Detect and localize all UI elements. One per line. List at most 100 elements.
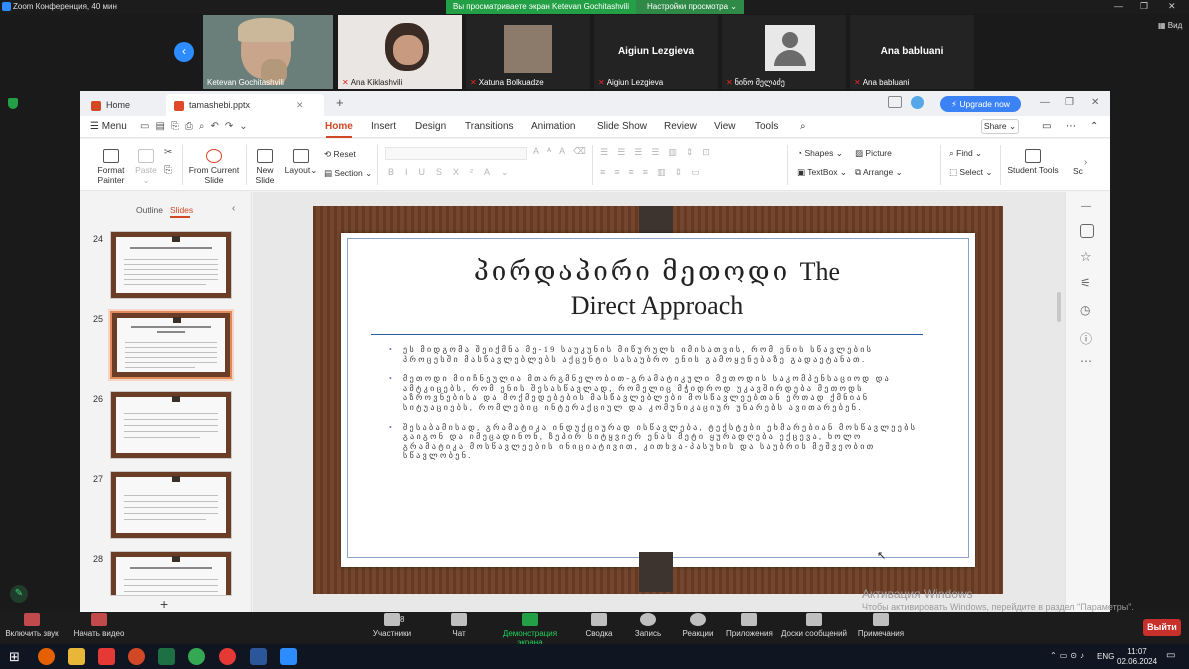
history-icon[interactable]: ◷ [1080,303,1090,317]
participant-tile[interactable]: Ketevan Gochitashvili [203,15,333,89]
from-current-slide-button[interactable]: From Current Slide [188,149,240,185]
font-size-icons[interactable]: AᴬA⌫ [533,146,594,157]
search-icon[interactable]: ⌕ [800,121,806,132]
sliders-icon[interactable]: ⚟ [1080,276,1091,290]
summary-button[interactable]: Сводка [584,613,614,638]
font-name-select[interactable] [385,147,527,160]
upgrade-button[interactable]: ⚡ Upgrade now [940,96,1021,112]
help-icon[interactable]: ⓘ [1080,330,1092,347]
paste-button[interactable]: Paste ⌄ [132,149,160,186]
tab-tools[interactable]: Tools [755,121,778,132]
tab-file[interactable]: tamashebi.pptx ✕ [166,94,324,116]
arrange-button[interactable]: ⧉ Arrange ⌄ [855,167,903,178]
shield-icon[interactable] [8,98,18,109]
minus-icon[interactable]: — [1081,201,1091,212]
menu-button[interactable]: ☰ Menu [90,121,127,132]
participant-tile[interactable]: ✕ ნინო მელაძე [722,15,846,89]
tab-animation[interactable]: Animation [531,121,575,132]
copy-icon[interactable] [1080,224,1094,238]
firefox-icon[interactable] [38,648,55,665]
close-icon[interactable]: ✕ [296,100,304,110]
picture-button[interactable]: ▨ Picture [855,148,892,159]
clock[interactable]: 11:07 02.06.2024 [1117,647,1157,667]
restore-icon[interactable]: ❐ [1065,97,1074,108]
maximize-icon[interactable]: ❐ [1140,1,1148,12]
tab-home-ribbon[interactable]: Home [325,121,353,132]
participant-tile[interactable]: Aigiun Lezgieva ✕ Aigiun Lezgieva [594,15,718,89]
copy-icon[interactable]: ⎘ [164,165,172,176]
tab-slide-show[interactable]: Slide Show [597,121,647,132]
panel-tab-slides[interactable]: Slides [170,205,193,215]
slide-thumbnail[interactable] [110,391,232,459]
more-icon[interactable]: ⋯ [1080,354,1092,368]
more-icon[interactable]: ⋯ [1066,121,1076,132]
add-slide-icon[interactable]: + [160,596,168,612]
minimize-icon[interactable]: — [1040,97,1050,108]
layout-icon[interactable] [888,96,902,108]
view-button[interactable]: ▦ Вид [1158,21,1182,30]
app-icon[interactable] [98,648,115,665]
slide-thumbnail[interactable] [110,551,232,596]
quick-access-icons[interactable]: ▭▤⎘⎙⌕↶↷⌄ [140,121,254,132]
reset-button[interactable]: ⟲ Reset [324,149,356,160]
chevron-right-icon[interactable]: › [1084,157,1087,168]
whiteboards-button[interactable]: Доски сообщений [781,613,847,638]
view-settings-button[interactable]: Настройки просмотра ⌄ [636,0,744,14]
start-video-button[interactable]: Начать видео [72,613,126,638]
apps-button[interactable]: Приложения [726,613,773,638]
tray-icons[interactable]: ⌃▭⊙♪ [1050,651,1087,660]
select-button[interactable]: ⬚ Select ⌄ [949,167,993,178]
participant-tile[interactable]: ✕ Xatuna Bolkuadze [466,15,590,89]
participants-button[interactable]: Участники [370,613,414,638]
format-painter-button[interactable]: Format Painter [94,149,128,185]
pen-icon[interactable]: ✎ [10,585,28,603]
tab-transitions[interactable]: Transitions [465,121,514,132]
participant-tile[interactable]: ✕ Ana Kiklashvili [338,15,462,89]
tab-design[interactable]: Design [415,121,446,132]
close-icon[interactable]: ✕ [1091,97,1099,108]
collapse-panel-icon[interactable]: ‹ [232,203,235,214]
panel-tab-outline[interactable]: Outline [136,205,163,215]
unmute-button[interactable]: Включить звук [4,613,60,638]
collapse-ribbon-icon[interactable]: ⌃ [1090,121,1098,132]
reactions-button[interactable]: Реакции [682,613,714,638]
notes-button[interactable]: Примечания [857,613,905,638]
close-icon[interactable]: ✕ [1168,1,1176,12]
student-tools-button[interactable]: Student Tools [1006,149,1060,175]
cut-icon[interactable]: ✂ [164,147,172,158]
excel-icon[interactable] [158,648,175,665]
avatar[interactable] [911,96,924,109]
find-button[interactable]: ⌕ Find ⌄ [949,148,982,159]
record-button[interactable]: Запись [634,613,662,638]
word-icon[interactable] [250,648,267,665]
minimize-icon[interactable]: — [1114,1,1123,11]
chrome-icon[interactable] [188,648,205,665]
zoom-icon[interactable] [280,648,297,665]
slide-title[interactable]: პირდაპირი მეთოდი The Direct Approach [361,255,953,323]
new-slide-button[interactable]: New Slide [252,149,278,185]
layout-button[interactable]: Layout⌄ [284,149,318,176]
new-tab-icon[interactable]: + [336,95,344,110]
share-button[interactable]: Share ⌄ [981,119,1019,134]
textbox-button[interactable]: ▣ TextBox ⌄ [797,167,847,178]
powerpoint-icon[interactable] [128,648,145,665]
windows-start-icon[interactable]: ⊞ [9,649,20,665]
comment-icon[interactable]: ▭ [1042,121,1051,132]
shapes-button[interactable]: ◔ Shapes ⌄ [797,148,843,159]
share-screen-button[interactable]: Демонстрация экрана [490,613,570,647]
paragraph-icons[interactable]: ☰☰☰☰▥⇕⊡ [600,147,719,158]
section-button[interactable]: ▤ Section ⌄ [324,168,372,179]
yandex-icon[interactable] [219,648,236,665]
tab-insert[interactable]: Insert [371,121,396,132]
current-slide[interactable]: პირდაპირი მეთოდი The Direct Approach ეს … [313,206,1003,594]
tab-review[interactable]: Review [664,121,697,132]
font-style-icons[interactable]: BIUSX²A⌄ [388,167,520,178]
slide-thumbnail[interactable] [110,231,232,299]
slide-body[interactable]: ეს მიდგომა შეიქმნა მე-19 საუკუნის მიწურუ… [389,345,929,471]
participant-tile[interactable]: Ana babluani ✕ Ana babluani [850,15,974,89]
slide-thumbnail[interactable] [110,471,232,539]
tab-home[interactable]: Home [83,94,165,116]
file-explorer-icon[interactable] [68,648,85,665]
vertical-scrollbar[interactable] [1057,292,1061,322]
star-icon[interactable]: ☆ [1080,249,1092,265]
